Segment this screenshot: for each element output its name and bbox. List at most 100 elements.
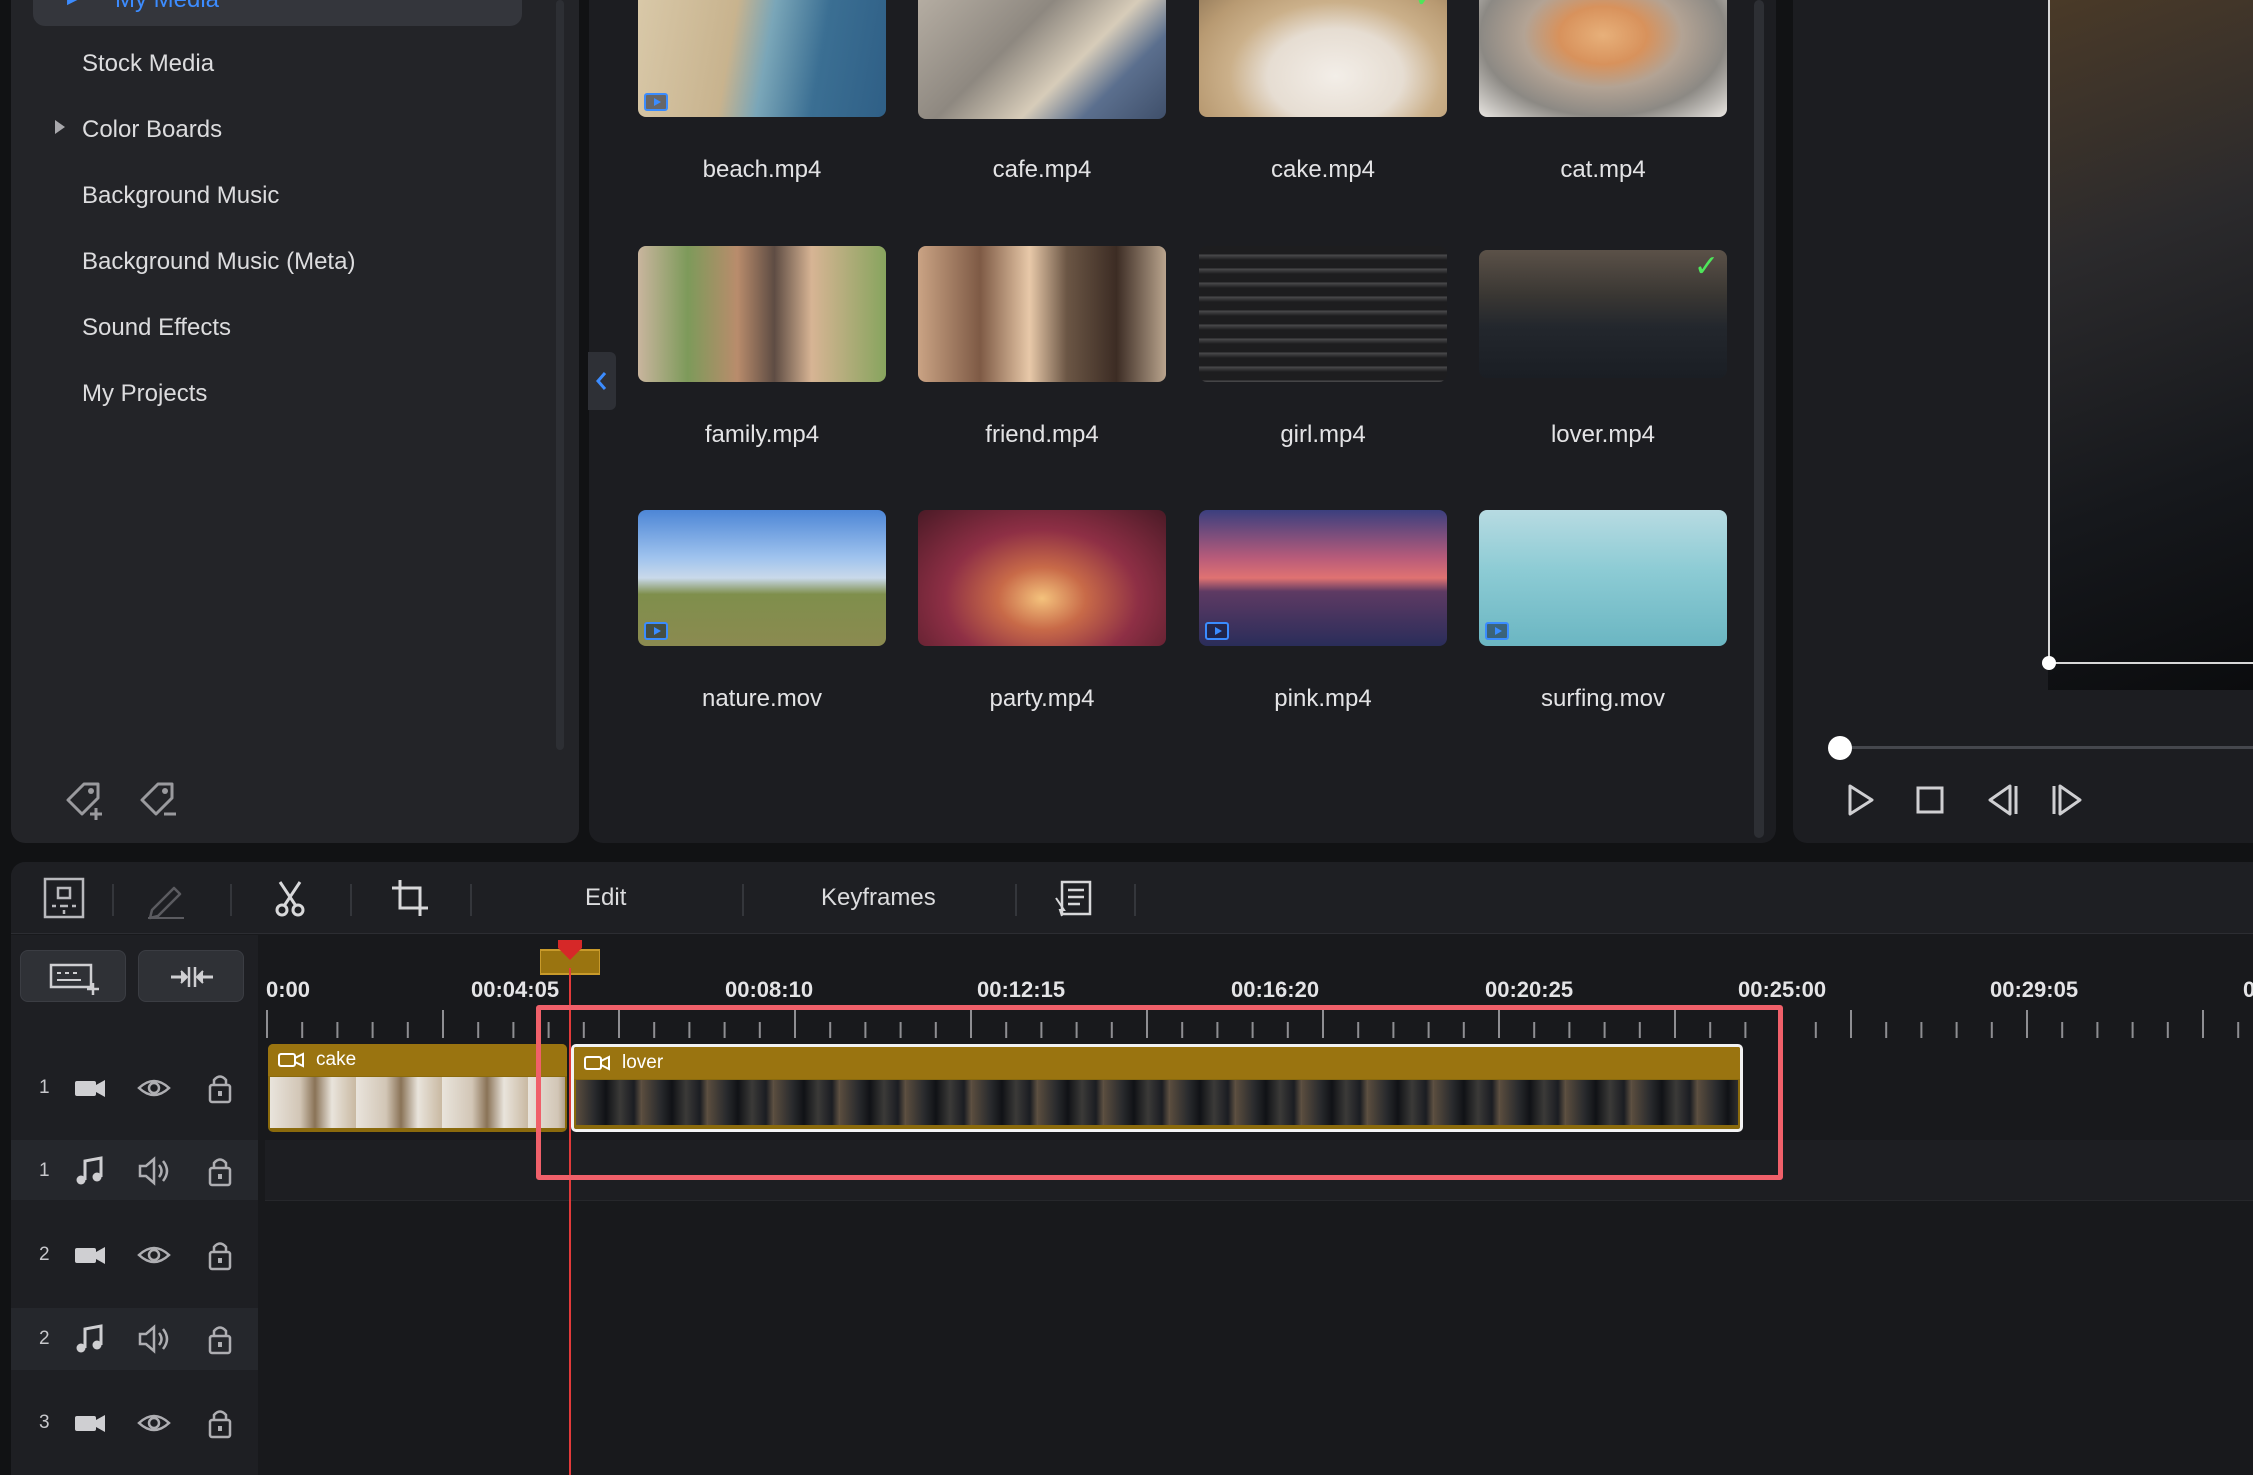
time-label: 00:20:25 <box>1485 977 1574 1002</box>
time-label: 00:04:05 <box>471 977 560 1002</box>
select-tool-icon[interactable] <box>42 876 86 920</box>
scissors-icon[interactable] <box>268 876 312 920</box>
media-label: nature.mov <box>701 685 823 712</box>
lock-icon[interactable] <box>202 1070 238 1106</box>
time-label: 00:12:15 <box>977 977 1066 1002</box>
expand-caret-icon[interactable] <box>55 120 65 134</box>
resize-handle[interactable] <box>2042 656 2056 670</box>
expand-arrow-icon: ▶ <box>67 0 80 8</box>
collapse-sidebar-button[interactable] <box>588 352 616 410</box>
sidebar-item-my-projects[interactable]: My Projects <box>82 379 207 409</box>
media-label: cat.mp4 <box>1560 156 1646 183</box>
clip-name: cake <box>316 1049 357 1070</box>
track-number: 2 <box>39 1244 50 1265</box>
fit-timeline-button[interactable] <box>138 950 244 1002</box>
add-track-icon <box>49 963 99 995</box>
fit-to-window-icon <box>171 967 213 987</box>
lock-icon[interactable] <box>202 1237 238 1273</box>
timeline-ruler[interactable] <box>265 1010 2253 1040</box>
media-thumbnail-family[interactable] <box>638 246 886 382</box>
media-label: pink.mp4 <box>1274 685 1372 712</box>
track-number: 1 <box>39 1077 50 1098</box>
video-clip-icon <box>278 1052 304 1068</box>
media-thumbnail-cat[interactable] <box>1479 0 1727 117</box>
keyframes-button[interactable]: Keyframes <box>821 884 936 912</box>
subtitle-list-icon[interactable] <box>1052 876 1096 920</box>
media-thumbnail-friend[interactable] <box>918 246 1166 382</box>
media-thumbnail-cake[interactable]: ✓ <box>1199 0 1447 117</box>
track-divider <box>265 1200 2253 1201</box>
add-tag-icon[interactable] <box>60 774 110 824</box>
crop-icon[interactable] <box>388 876 432 920</box>
media-label: party.mp4 <box>989 685 1095 712</box>
media-label: friend.mp4 <box>985 421 1099 448</box>
video-badge-icon <box>644 622 668 640</box>
track-number: 3 <box>39 1412 50 1433</box>
video-camera-icon <box>75 1247 105 1264</box>
speaker-icon[interactable] <box>136 1153 172 1189</box>
next-frame-icon[interactable] <box>2048 780 2088 820</box>
media-thumbnail-beach[interactable] <box>638 0 886 117</box>
music-note-icon <box>76 1156 103 1185</box>
sidebar-item-sound-effects[interactable]: Sound Effects <box>82 313 231 343</box>
edit-button[interactable]: Edit <box>585 884 626 912</box>
toolbar-divider <box>230 884 232 916</box>
video-clip-icon <box>584 1055 610 1071</box>
media-label: surfing.mov <box>1540 685 1666 712</box>
lock-icon[interactable] <box>202 1321 238 1357</box>
media-thumbnail-nature[interactable] <box>638 510 886 646</box>
toolbar-divider <box>470 884 472 916</box>
media-label: lover.mp4 <box>1550 421 1656 448</box>
sidebar-item-background-music[interactable]: Background Music <box>82 181 279 211</box>
checkmark-icon: ✓ <box>1414 0 1439 13</box>
play-icon[interactable] <box>1840 780 1880 820</box>
lock-icon[interactable] <box>202 1405 238 1441</box>
media-thumbnail-girl[interactable] <box>1199 246 1447 382</box>
clip-header <box>268 1044 567 1076</box>
media-thumbnail-lover[interactable]: ✓ <box>1479 250 1727 378</box>
preview-frame-border <box>2048 662 2253 664</box>
sidebar-item-stock-media[interactable]: Stock Media <box>82 49 214 79</box>
sidebar-item-color-boards[interactable]: Color Boards <box>82 115 222 145</box>
sidebar-item-my-media[interactable]: ▶ My Media <box>33 0 522 26</box>
track-number: 2 <box>39 1328 50 1349</box>
media-scrollbar[interactable] <box>1754 0 1764 838</box>
video-badge-icon <box>1485 622 1509 640</box>
media-label: beach.mp4 <box>702 156 822 183</box>
timeline-clip-cake[interactable]: cake <box>268 1044 567 1132</box>
stop-icon[interactable] <box>1910 780 1950 820</box>
preview-scrub-knob[interactable] <box>1828 736 1852 760</box>
lock-icon[interactable] <box>202 1153 238 1189</box>
audio-track-lane[interactable] <box>265 1140 2253 1200</box>
add-track-button[interactable] <box>20 950 126 1002</box>
media-thumbnail-surfing[interactable] <box>1479 510 1727 646</box>
timeline-toolbar <box>11 862 2253 934</box>
media-thumbnail-cafe[interactable] <box>918 0 1166 119</box>
eye-icon[interactable] <box>136 1070 172 1106</box>
toolbar-divider <box>1134 884 1136 916</box>
previous-frame-icon[interactable] <box>1982 780 2022 820</box>
media-thumbnail-pink[interactable] <box>1199 510 1447 646</box>
toolbar-divider <box>1015 884 1017 916</box>
music-note-icon <box>76 1324 103 1353</box>
chevron-left-icon <box>596 372 607 390</box>
time-label: 0:00 <box>266 977 311 1002</box>
sidebar-item-background-music-meta[interactable]: Background Music (Meta) <box>82 247 355 277</box>
video-camera-icon <box>75 1415 105 1432</box>
preview-scrub-track[interactable] <box>1840 746 2253 749</box>
sidebar-scrollbar[interactable] <box>556 0 564 750</box>
speaker-icon[interactable] <box>136 1321 172 1357</box>
clip-filmstrip <box>270 1077 565 1128</box>
preview-video-frame[interactable] <box>2048 0 2253 690</box>
clip-header <box>574 1047 1740 1079</box>
video-badge-icon <box>1205 622 1229 640</box>
timeline-clip-lover[interactable]: lover <box>571 1044 1743 1132</box>
media-thumbnail-party[interactable] <box>918 510 1166 646</box>
playhead-line[interactable] <box>569 968 571 1475</box>
toolbar-divider <box>742 884 744 916</box>
eye-icon[interactable] <box>136 1405 172 1441</box>
video-badge-icon <box>644 93 668 111</box>
video-camera-icon <box>75 1080 105 1097</box>
remove-tag-icon[interactable] <box>134 774 184 824</box>
eye-icon[interactable] <box>136 1237 172 1273</box>
